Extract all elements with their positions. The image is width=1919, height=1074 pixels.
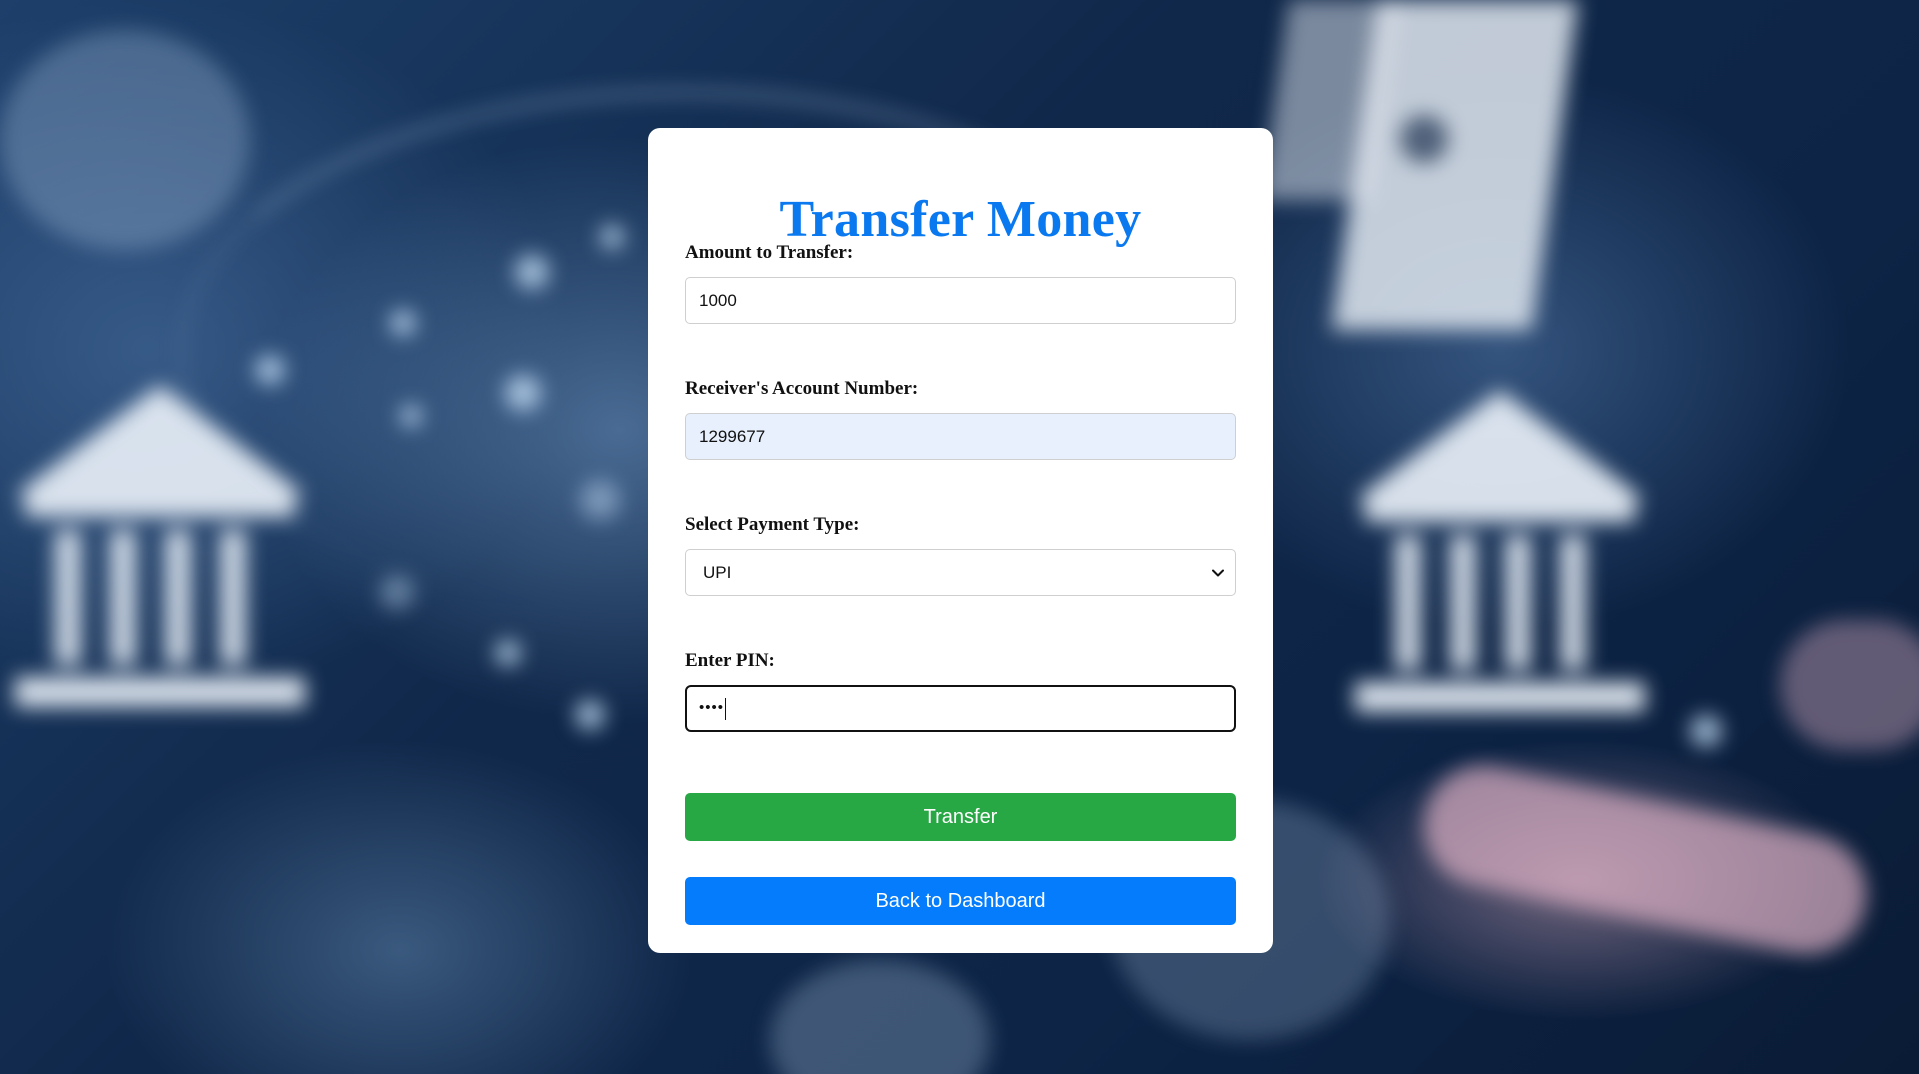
amount-input-value: 1000 — [699, 290, 737, 310]
pin-masked-value: •••• — [699, 699, 725, 716]
amount-input[interactable]: 1000 — [685, 277, 1236, 324]
light-dot — [580, 480, 620, 520]
light-dot — [380, 575, 414, 609]
light-dot — [400, 405, 422, 427]
transfer-money-card: Transfer Money Amount to Transfer: 1000 … — [648, 128, 1273, 953]
transfer-button[interactable]: Transfer — [685, 793, 1236, 841]
payment-type-select[interactable]: UPI — [685, 549, 1236, 596]
bokeh-blob — [770, 960, 990, 1074]
account-number-label: Receiver's Account Number: — [685, 378, 919, 399]
hand-shape — [1412, 754, 1878, 966]
payment-type-label: Select Payment Type: — [685, 514, 860, 535]
light-dot — [515, 255, 549, 289]
light-dot — [495, 640, 521, 666]
light-dot — [505, 375, 541, 411]
light-dot — [1400, 115, 1448, 163]
light-dot — [390, 310, 416, 336]
account-number-value: 1299677 — [699, 426, 766, 446]
pin-label: Enter PIN: — [685, 650, 775, 671]
chevron-down-icon — [1211, 566, 1225, 580]
bank-left-icon — [15, 385, 305, 715]
light-dot — [600, 225, 624, 249]
payment-type-selected: UPI — [703, 562, 732, 582]
light-dot — [1690, 715, 1722, 747]
page-title: Transfer Money — [779, 191, 1142, 248]
bokeh-blob — [0, 30, 250, 250]
back-to-dashboard-button[interactable]: Back to Dashboard — [685, 877, 1236, 925]
pin-input[interactable]: •••• — [685, 685, 1236, 732]
bank-right-icon — [1355, 390, 1645, 720]
account-number-input[interactable]: 1299677 — [685, 413, 1236, 460]
hand-shape — [1780, 620, 1919, 750]
text-caret — [725, 697, 727, 720]
light-dot — [255, 355, 285, 385]
light-dot — [575, 700, 605, 730]
